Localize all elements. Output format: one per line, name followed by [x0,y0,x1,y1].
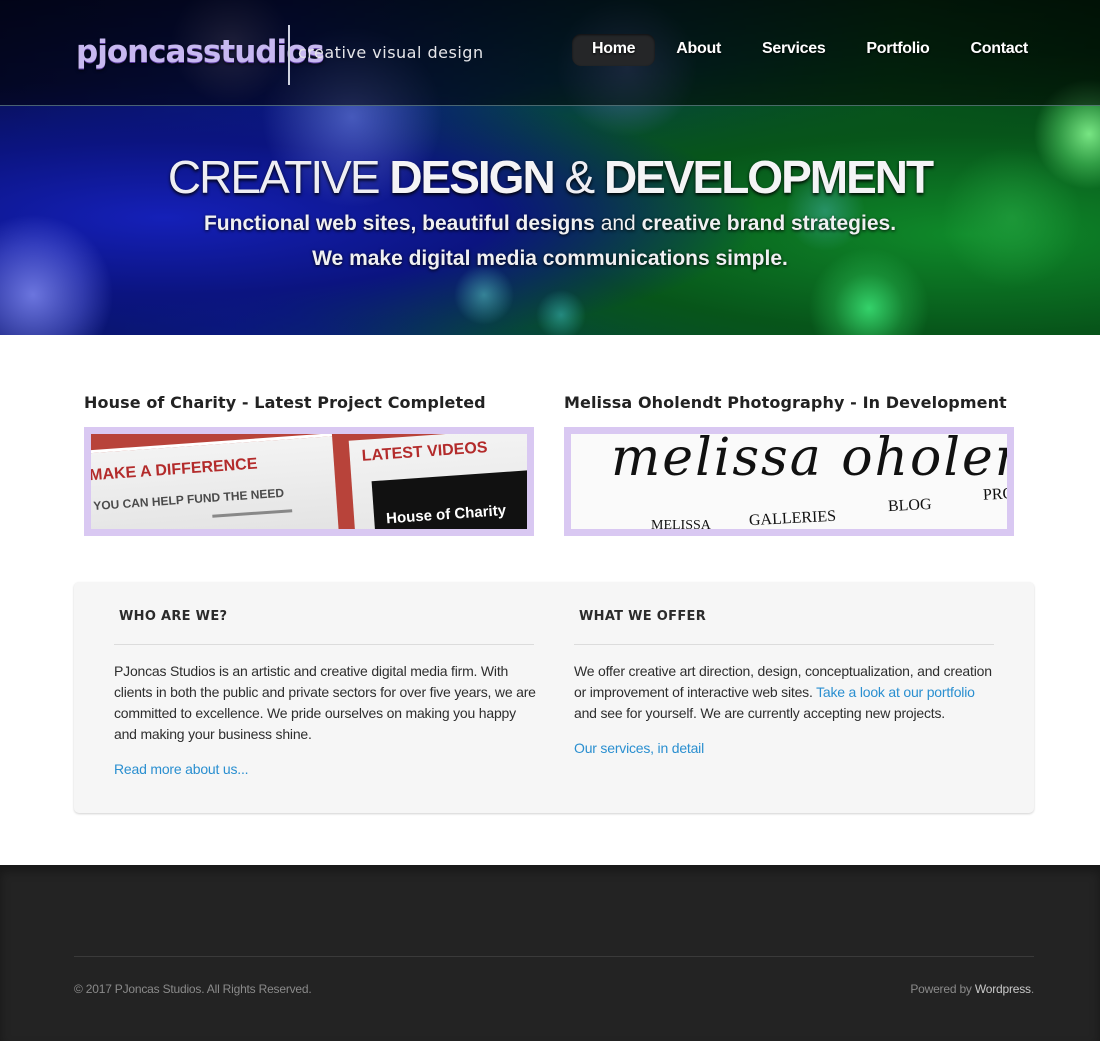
read-more-about-link[interactable]: Read more about us... [114,761,249,777]
thumb-menu-melissa: MELISSA [651,518,711,529]
project-melissa-oholendt: Melissa Oholendt Photography - In Develo… [564,393,1014,536]
heading-divider [574,644,994,645]
site-logo[interactable]: pjoncasstudios creative visual design [76,25,483,85]
what-we-offer-heading: WHAT WE OFFER [579,609,707,624]
thumb-latest-videos: LATEST VIDEOS [361,439,489,465]
powered-prefix: Powered by [910,982,975,996]
thumb-video: House of Charity [371,470,527,529]
hero-title-light: CREATIVE [167,151,390,203]
offer-text-b: and see for yourself. We are currently a… [574,705,945,721]
hero-title: CREATIVE DESIGN & DEVELOPMENT [0,150,1100,204]
thumb-fund-need: YOU CAN HELP FUND THE NEED [92,485,285,514]
portfolio-link[interactable]: Take a look at our portfolio [816,684,975,700]
thumb-menu-pro: PRO [982,485,1007,504]
who-are-we-text: PJoncas Studios is an artistic and creat… [114,663,536,742]
project-thumbnail-link[interactable]: melissa oholendt MELISSA GALLERIES BLOG … [564,427,1014,536]
site-footer: © 2017 PJoncas Studios. All Rights Reser… [0,865,1100,1041]
wordpress-link[interactable]: Wordpress [975,982,1031,996]
melissa-oholendt-thumbnail: melissa oholendt MELISSA GALLERIES BLOG … [571,434,1007,529]
nav-services[interactable]: Services [742,34,845,66]
thumb-house-of-charity: House of Charity [385,502,507,528]
hero-subtitle-line-2: We make digital media communications sim… [312,247,788,270]
logo-divider [288,25,290,85]
thumb-menu-galleries: GALLERIES [748,507,837,529]
hero-sub-brand: creative brand strategies. [641,212,897,235]
hero-title-design: DESIGN [389,151,555,203]
logo-tagline: creative visual design [298,43,484,62]
thumb-make-difference: MAKE A DIFFERENCE [91,455,259,485]
services-detail-link[interactable]: Our services, in detail [574,740,704,756]
nav-about[interactable]: About [656,34,741,66]
main-nav: Home About Services Portfolio Contact [572,34,1049,66]
hero-title-amp: & [553,151,604,203]
house-of-charity-thumbnail: MAKE A DIFFERENCE YOU CAN HELP FUND THE … [91,434,527,529]
logo-wordmark[interactable]: pjoncasstudios [76,34,325,70]
hero-subtitle-line-1: Functional web sites, beautiful designs … [0,206,1100,241]
hero-sub-functional: Functional web sites, beautiful designs [203,212,595,235]
nav-contact[interactable]: Contact [951,34,1048,66]
powered-suffix: . [1030,982,1034,996]
project-house-of-charity: House of Charity - Latest Project Comple… [84,393,534,536]
project-title: Melissa Oholendt Photography - In Develo… [564,393,1007,412]
thumb-text-line [212,509,293,518]
nav-portfolio[interactable]: Portfolio [846,34,949,66]
footer-powered-by: Powered by Wordpress. [910,982,1034,996]
what-we-offer-text: We offer creative art direction, design,… [574,661,999,724]
who-are-we-heading: WHO ARE WE? [119,609,228,624]
heading-divider [114,644,534,645]
project-title: House of Charity - Latest Project Comple… [84,393,486,412]
project-thumbnail-link[interactable]: MAKE A DIFFERENCE YOU CAN HELP FUND THE … [84,427,534,536]
footer-copyright: © 2017 PJoncas Studios. All Rights Reser… [74,982,312,996]
thumb-panel-right: LATEST VIDEOS House of Charity [348,434,527,529]
nav-home[interactable]: Home [572,34,656,66]
hero-subtitle: Functional web sites, beautiful designs … [0,206,1100,276]
thumb-panel-left: MAKE A DIFFERENCE YOU CAN HELP FUND THE … [91,434,340,529]
thumb-menu-blog: BLOG [887,495,932,516]
thumb-script-logo: melissa oholendt [611,434,1007,488]
hero-title-development: DEVELOPMENT [603,151,934,203]
footer-divider [74,956,1034,957]
info-panel: WHO ARE WE? PJoncas Studios is an artist… [74,582,1034,813]
hero-sub-and: and [594,212,642,235]
